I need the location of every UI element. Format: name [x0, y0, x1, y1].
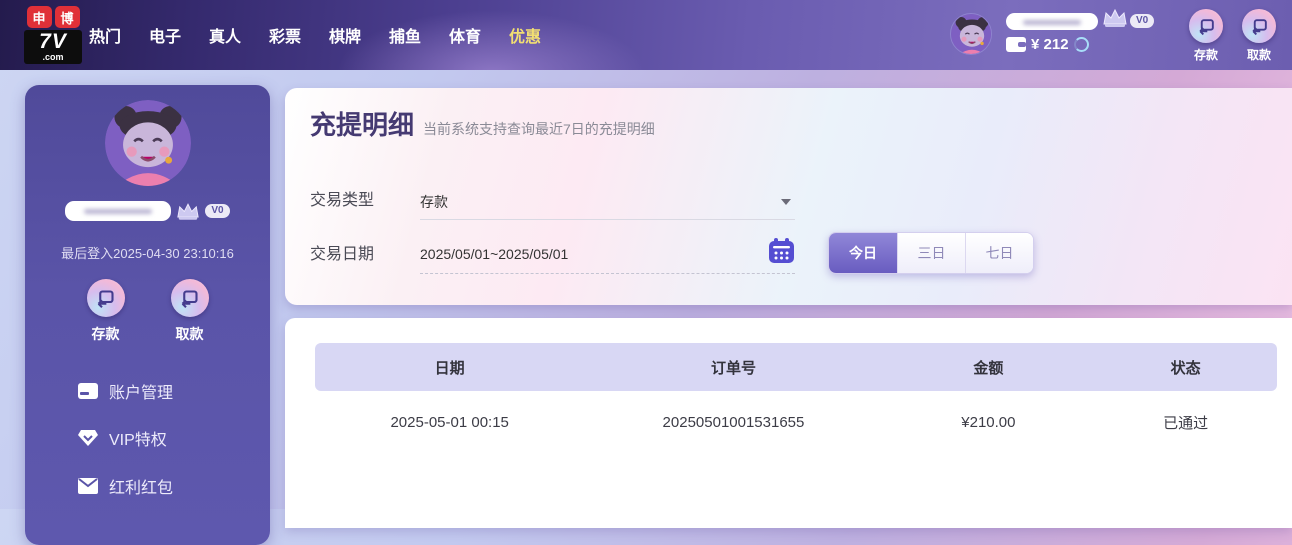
nav-item-slots[interactable]: 电子: [149, 23, 181, 47]
credit-card-icon: [78, 383, 98, 399]
quick-range-today-button[interactable]: 今日: [829, 233, 897, 273]
gem-icon: [78, 430, 98, 446]
col-header-amount: 金额: [973, 359, 1004, 377]
date-range-button-group: 今日 三日 七日: [828, 232, 1034, 274]
calendar-icon[interactable]: [768, 238, 795, 269]
last-login-text: 最后登入2025-04-30 23:10:16: [61, 246, 234, 261]
sidebar-item-vip[interactable]: VIP特权: [25, 424, 270, 452]
transaction-date-value: 2025/05/01~2025/05/01: [420, 245, 569, 262]
filter-panel: 充提明细 当前系统支持查询最近7日的充提明细 交易类型 存款 交易日期 2025…: [285, 88, 1292, 305]
nav-item-promos[interactable]: 优惠: [509, 23, 541, 47]
vip-level-badge: V0: [205, 204, 230, 218]
table-row[interactable]: 2025-05-01 00:15 20250501001531655 ¥210.…: [315, 391, 1277, 453]
topbar-withdraw-label: 取款: [1246, 48, 1271, 62]
sidebar-user-row: V0: [25, 201, 270, 221]
transaction-date-input[interactable]: 2025/05/01~2025/05/01: [420, 234, 795, 274]
transaction-type-label: 交易类型: [310, 192, 375, 209]
topbar-deposit-button[interactable]: 存款: [1180, 9, 1232, 63]
deposit-icon: [97, 289, 114, 308]
col-header-date: 日期: [434, 359, 465, 377]
withdraw-icon: [1251, 18, 1267, 35]
chevron-down-icon: [781, 198, 791, 205]
sidebar-item-label: 账户管理: [109, 385, 174, 402]
user-avatar[interactable]: [950, 13, 992, 55]
withdraw-icon: [181, 289, 198, 308]
balance-row: ¥ 212: [1006, 36, 1089, 53]
sidebar-withdraw-button[interactable]: 取款: [162, 279, 218, 344]
username-blurred: [1006, 13, 1098, 30]
sidebar-withdraw-label: 取款: [175, 326, 204, 342]
sidebar-user-avatar[interactable]: [105, 100, 191, 186]
nav-item-hot[interactable]: 热门: [89, 23, 121, 47]
sidebar-item-account[interactable]: 账户管理: [25, 377, 270, 405]
page-title: 充提明细: [310, 110, 415, 140]
sidebar-deposit-label: 存款: [91, 326, 120, 342]
sidebar-pay-buttons: 存款 取款: [25, 279, 270, 344]
avatar-image: [951, 14, 991, 54]
balance-amount: ¥ 212: [1031, 36, 1069, 53]
transaction-type-value: 存款: [420, 193, 448, 210]
nav-item-fishing[interactable]: 捕鱼: [389, 23, 421, 47]
refresh-balance-icon[interactable]: [1073, 37, 1089, 52]
site-logo[interactable]: 申 博 7V .com: [24, 6, 82, 64]
sidebar-item-label: 红利红包: [109, 480, 174, 497]
sidebar: V0 最后登入2025-04-30 23:10:16 存款 取款 账户管理 VI…: [25, 85, 270, 545]
col-header-order: 订单号: [710, 359, 756, 377]
nav-item-live[interactable]: 真人: [209, 23, 241, 47]
nav-item-sports[interactable]: 体育: [449, 23, 481, 47]
cell-order-number: 20250501001531655: [662, 413, 805, 431]
transaction-date-label: 交易日期: [310, 246, 375, 263]
cell-amount: ¥210.00: [961, 413, 1016, 431]
sidebar-item-bonus[interactable]: 红利红包: [25, 472, 270, 500]
quick-range-7days-button[interactable]: 七日: [965, 233, 1033, 273]
username-blurred: [65, 201, 172, 221]
main-nav-menu: 热门 电子 真人 彩票 棋牌 捕鱼 体育 优惠: [89, 0, 541, 70]
table-header-row: 日期 订单号 金额 状态: [315, 343, 1277, 391]
col-header-status: 状态: [1170, 359, 1201, 377]
cell-date: 2025-05-01 00:15: [390, 413, 509, 431]
records-panel: 日期 订单号 金额 状态 2025-05-01 00:15 2025050100…: [285, 318, 1292, 528]
topbar-deposit-label: 存款: [1193, 48, 1218, 62]
logo-tld: .com: [42, 52, 64, 62]
nav-item-cards[interactable]: 棋牌: [329, 23, 361, 47]
logo-tile-2: 博: [54, 6, 80, 28]
logo-brand-name: 7V: [39, 30, 67, 53]
quick-range-3days-button[interactable]: 三日: [897, 233, 965, 273]
deposit-icon: [1198, 18, 1214, 35]
cell-status: 已通过: [1163, 414, 1209, 432]
top-nav: 申 博 7V .com 热门 电子 真人 彩票 棋牌 捕鱼 体育 优惠 V0 ¥…: [0, 0, 1292, 70]
topbar-withdraw-button[interactable]: 取款: [1233, 9, 1285, 63]
logo-tile-1: 申: [26, 6, 52, 28]
nav-item-lottery[interactable]: 彩票: [269, 23, 301, 47]
vip-crown-icon: [177, 202, 200, 220]
envelope-icon: [78, 478, 98, 494]
wallet-icon: [1006, 37, 1026, 52]
avatar-image: [105, 100, 191, 186]
vip-crown-icon: [1102, 8, 1128, 33]
sidebar-item-label: VIP特权: [109, 432, 167, 449]
transaction-type-select[interactable]: 存款: [420, 184, 795, 220]
vip-level-badge: V0: [1130, 14, 1155, 28]
sidebar-deposit-button[interactable]: 存款: [78, 279, 134, 344]
page-subtitle: 当前系统支持查询最近7日的充提明细: [423, 121, 655, 137]
